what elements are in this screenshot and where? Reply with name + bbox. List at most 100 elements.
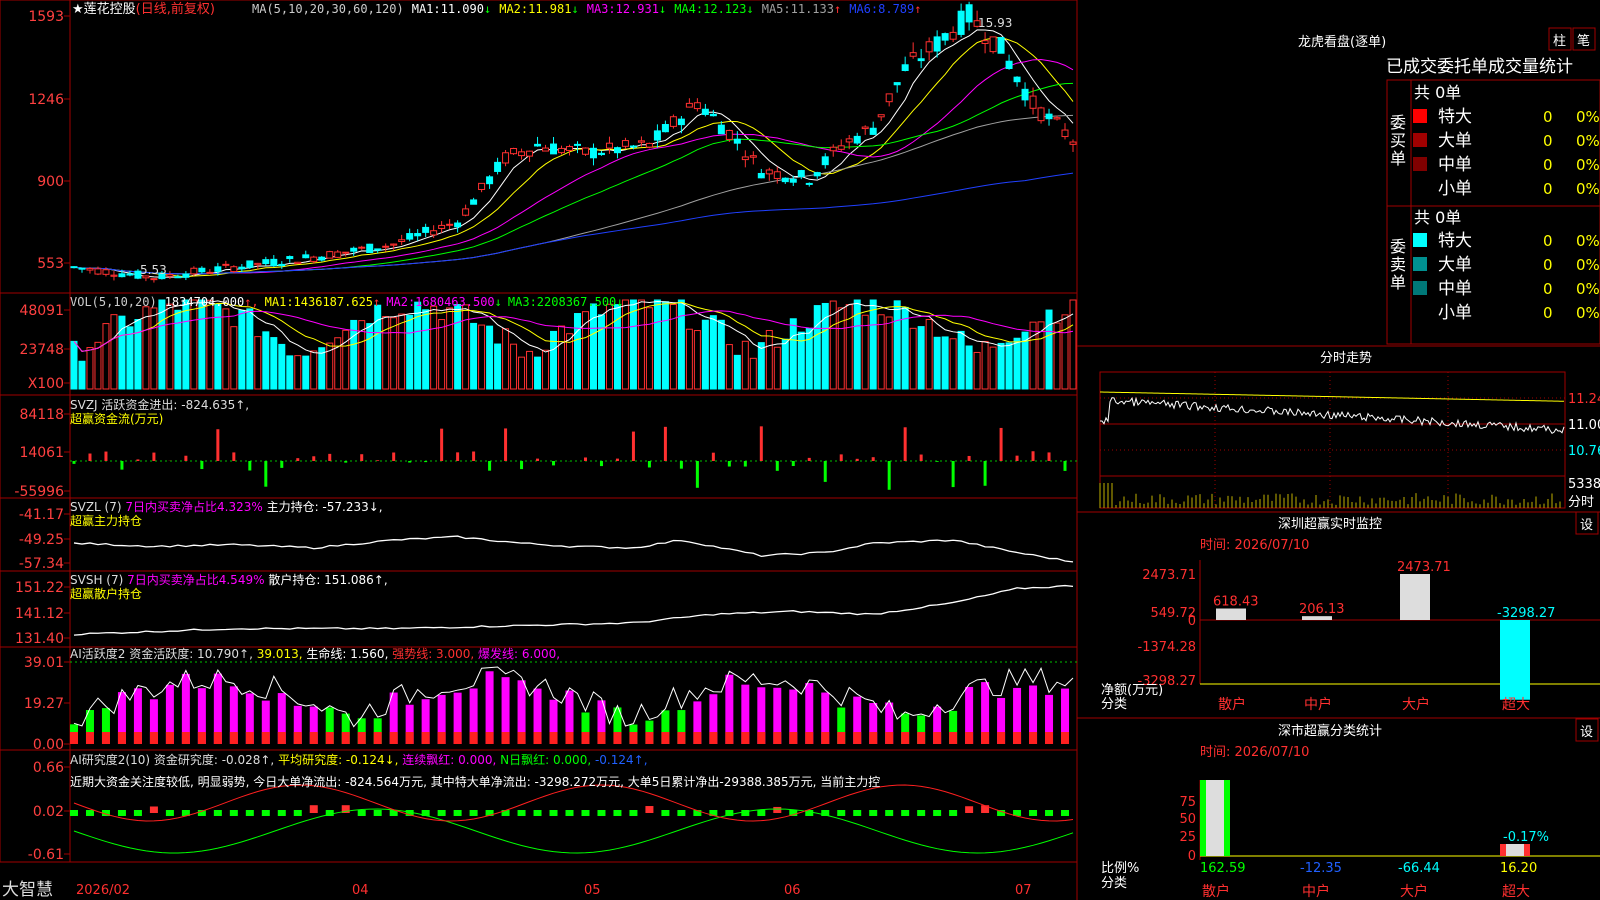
dragon-tabs[interactable]: 已成交委托单成交量统计	[1386, 57, 1573, 77]
sell-row-count: 0	[1543, 256, 1553, 274]
volume-bar	[981, 340, 989, 390]
ma-legend: MA(5,10,20,30,60,120) MA1:11.090↓ MA2:11.9…	[252, 2, 921, 16]
volume-bar	[110, 314, 118, 390]
candle-body	[254, 262, 262, 266]
ai1-base-bar	[165, 732, 174, 744]
svzj-bar	[392, 452, 396, 461]
buy-color-swatch	[1413, 109, 1427, 123]
svzj-bar	[839, 454, 843, 461]
ai1-base-bar	[725, 732, 734, 744]
ai1-base-bar	[869, 732, 878, 744]
ai2-bar	[613, 810, 622, 816]
buy-row-count: 0	[1543, 108, 1553, 126]
svzj-bar	[647, 461, 651, 468]
svzj-bar	[1063, 461, 1067, 471]
ai1-base-bar	[453, 732, 462, 744]
stat-title: 深市超赢分类统计	[1278, 723, 1382, 739]
ai1-base-bar	[277, 732, 286, 744]
ai1-base-bar	[853, 732, 862, 744]
svzj-bar	[759, 426, 763, 461]
candle-body	[637, 140, 645, 143]
ai2-bar	[581, 810, 590, 816]
candle-body	[126, 273, 134, 276]
ma-legend-arrow: ↓	[484, 2, 491, 16]
candle-body	[374, 248, 382, 251]
ai1-base-bar	[549, 732, 558, 744]
volume-bar	[957, 330, 965, 390]
volume-bar	[198, 299, 206, 390]
volume-bar	[893, 300, 901, 390]
volume-bar	[677, 299, 685, 390]
volume-bar	[238, 309, 246, 390]
svzj-bar	[248, 461, 252, 471]
ai2-bar	[533, 810, 542, 816]
ai1-base-bar	[757, 732, 766, 744]
volume-bar	[550, 330, 558, 390]
candle-body	[278, 263, 286, 267]
stat-time: 时间: 2026/07/10	[1200, 745, 1309, 760]
monitor-category: 大户	[1402, 696, 1430, 713]
ma-legend-arrow: ↑	[914, 2, 921, 16]
svzj-bar	[663, 426, 667, 461]
svzj-bar	[504, 428, 508, 461]
vol-legend-arrow: ↓	[495, 295, 502, 309]
ai2-bar	[965, 806, 974, 813]
volume-bar	[86, 347, 94, 390]
candle-body	[270, 258, 278, 267]
candle-body	[350, 247, 358, 252]
candle-body	[813, 172, 821, 177]
stock-chart-window[interactable]: 1593 1246 900 553 48091 23748 X100 84118 14061 -5…	[0, 0, 1600, 900]
date-label-feb: 2026/02	[76, 883, 130, 898]
candle-body	[1069, 141, 1077, 145]
ai1-base-bar	[357, 732, 366, 744]
volume-bar	[422, 309, 430, 390]
buy-row-pct: 0%	[1576, 108, 1600, 126]
candle-body	[685, 102, 693, 108]
stat-y-tick: 75	[1179, 795, 1196, 810]
candle-body	[310, 256, 318, 262]
volume-bar	[430, 305, 438, 390]
volume-bar	[653, 299, 661, 390]
candle-body	[917, 58, 925, 62]
candle-body	[893, 82, 901, 86]
ai2-bar	[373, 810, 382, 816]
ai1-base-bar	[181, 732, 190, 744]
ai2-bar	[597, 810, 606, 816]
ai2-bar	[757, 810, 766, 816]
y-tick-label: -57.34	[19, 556, 64, 572]
volume-bar	[278, 343, 286, 390]
svzj-bar	[887, 461, 891, 490]
candle-body	[597, 152, 605, 156]
volume-bar	[661, 301, 669, 390]
candle-body	[398, 239, 406, 242]
ai2-bar	[517, 810, 526, 816]
volume-bar	[398, 313, 406, 390]
monitor-y-tick: 2473.71	[1142, 568, 1196, 583]
candle-body	[1053, 117, 1061, 120]
y-tick-label: 553	[37, 256, 64, 272]
candle-body	[653, 130, 661, 141]
candle-body	[661, 124, 669, 133]
vol-legend-label: MA3:	[508, 295, 537, 309]
sell-color-swatch	[1413, 281, 1427, 295]
ai1-base-bar	[197, 732, 206, 744]
volume-bar	[837, 307, 845, 390]
buy-row-pct: 0%	[1576, 132, 1600, 150]
candle-body	[438, 224, 446, 229]
candle-body	[238, 266, 246, 270]
volume-bar	[486, 325, 494, 390]
ai1-base-bar	[149, 732, 158, 744]
sell-row-count: 0	[1543, 304, 1553, 322]
ai1-base-bar	[1013, 732, 1022, 744]
stat-value: -12.35	[1300, 861, 1342, 876]
ma-legend-label: MA1:	[412, 2, 441, 16]
stat-bar-super-inner	[1506, 844, 1524, 856]
ai2-bar	[837, 810, 846, 816]
svzj-bar	[184, 455, 188, 461]
candle-body	[542, 147, 550, 152]
ai1-base-bar	[1061, 732, 1070, 744]
ai1-base-bar	[309, 732, 318, 744]
candle-body	[566, 146, 574, 151]
vol-legend-arrow: ↑	[373, 295, 380, 309]
volume-bar	[1013, 337, 1021, 390]
